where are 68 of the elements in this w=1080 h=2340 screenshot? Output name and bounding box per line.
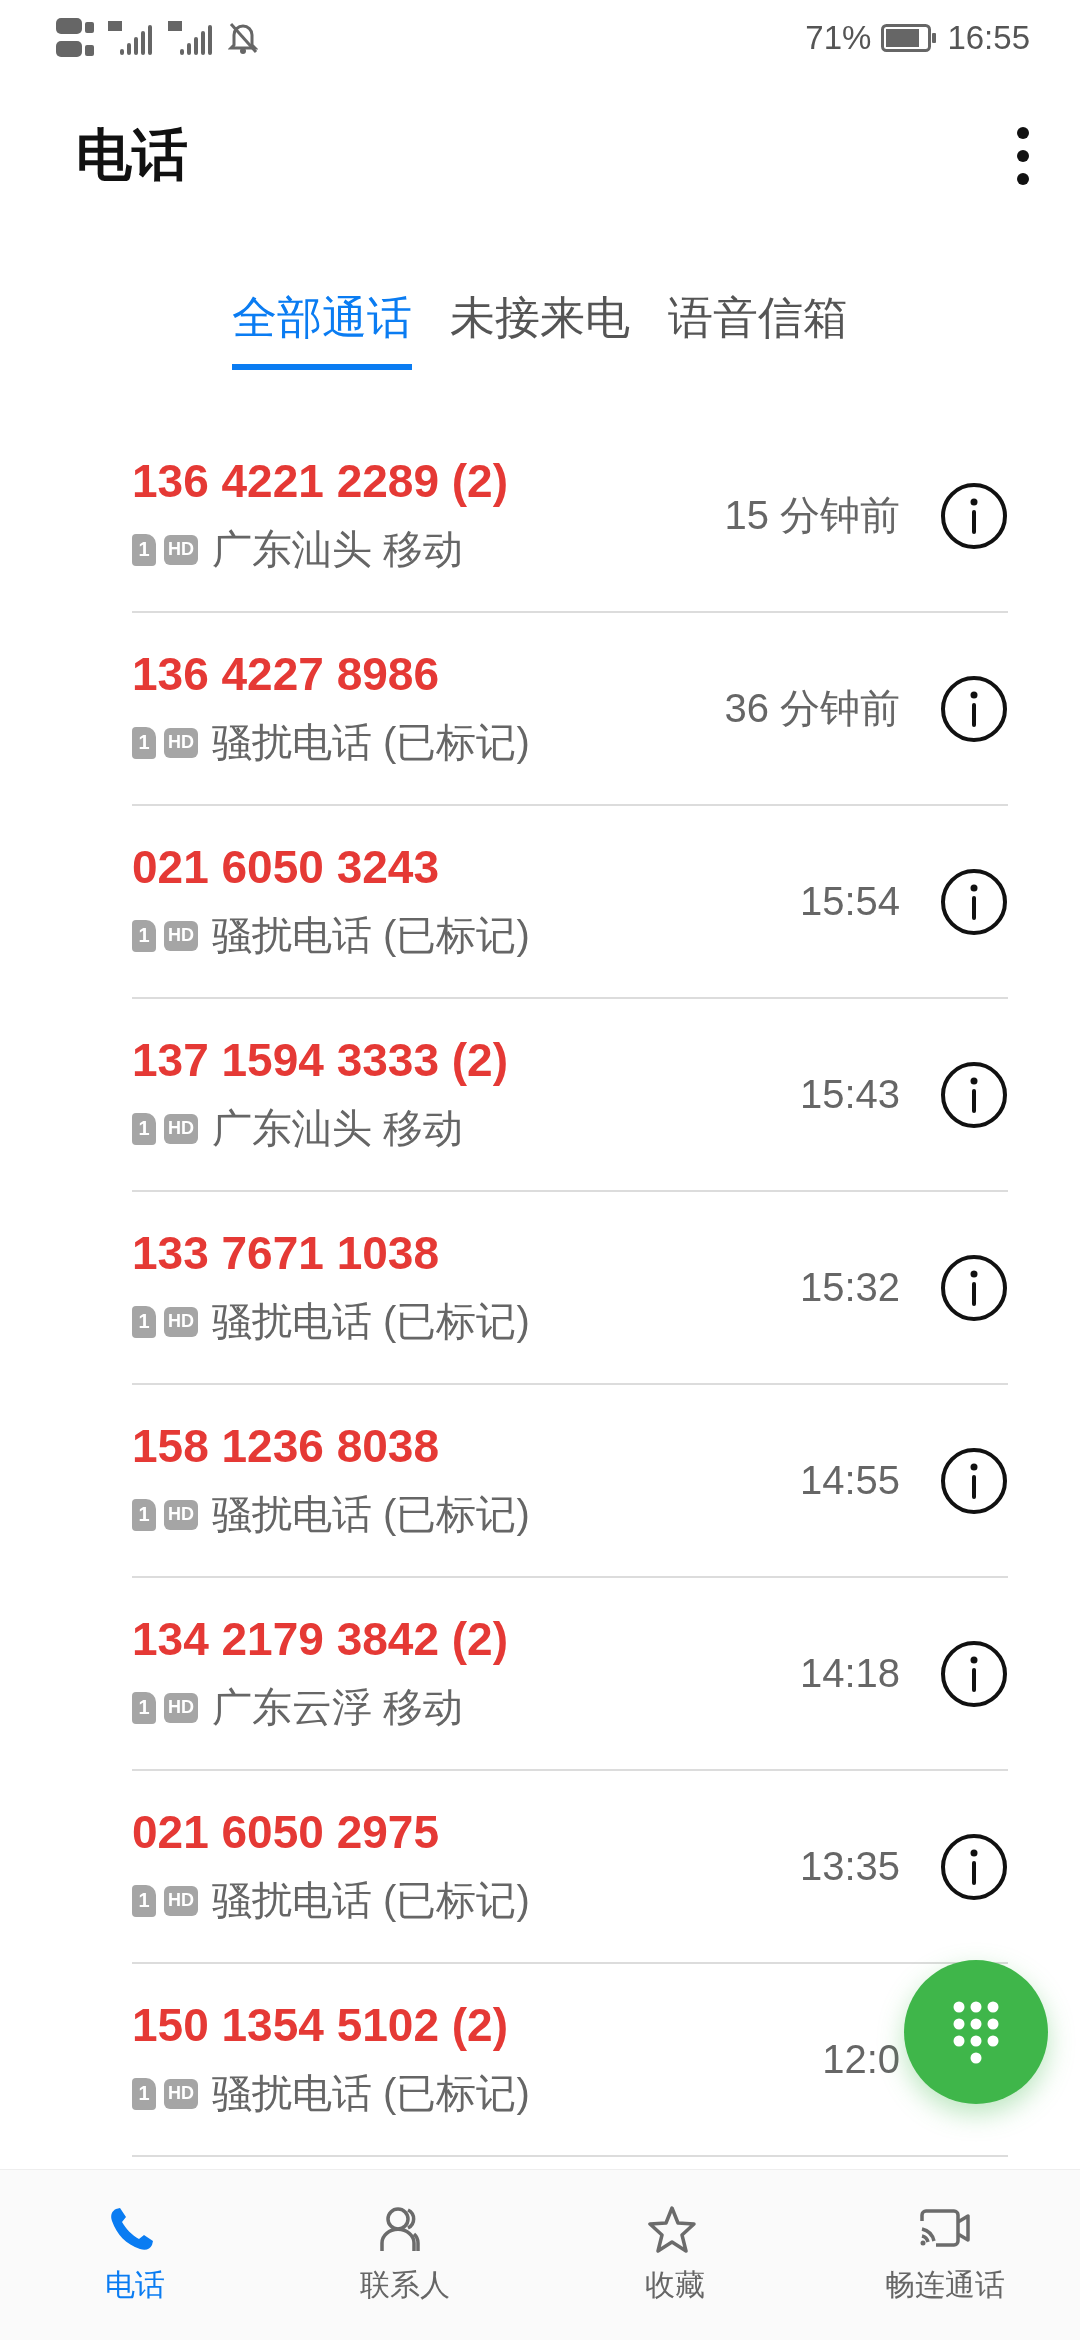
caller-location: 骚扰电话 (已标记) bbox=[212, 912, 530, 959]
sim-badge: 1 bbox=[132, 1498, 156, 1531]
caller-location: 广东汕头 移动 bbox=[212, 526, 464, 573]
hd-badge: HD bbox=[164, 534, 198, 565]
app-title: 电话 bbox=[76, 122, 188, 188]
phone-number: 134 2179 3842 (2) bbox=[132, 1612, 509, 1666]
caller-location: 骚扰电话 (已标记) bbox=[212, 719, 530, 766]
caller-location: 骚扰电话 (已标记) bbox=[212, 1877, 530, 1924]
info-icon[interactable] bbox=[940, 867, 1008, 936]
hd-badge: HD bbox=[164, 920, 198, 951]
hd-badge: HD bbox=[164, 1692, 198, 1723]
nav-tab[interactable]: 联系人 bbox=[270, 2170, 540, 2340]
sim-badge: 1 bbox=[132, 1884, 156, 1917]
caller-location: 广东汕头 移动 bbox=[212, 1105, 464, 1152]
battery-percent: 71% bbox=[805, 19, 872, 57]
clock: 16:55 bbox=[947, 19, 1030, 57]
call-time: 15:43 bbox=[799, 1072, 900, 1117]
info-icon[interactable] bbox=[940, 1639, 1008, 1708]
battery-icon bbox=[881, 24, 938, 52]
caller-location: 骚扰电话 (已标记) bbox=[212, 2070, 530, 2117]
dialpad-icon bbox=[953, 2000, 999, 2064]
nav-tab[interactable]: 电话 bbox=[0, 2170, 270, 2340]
call-time: 15:54 bbox=[799, 879, 900, 924]
caller-location: 骚扰电话 (已标记) bbox=[212, 1491, 530, 1538]
nav-tab[interactable]: 畅连通话 bbox=[810, 2170, 1080, 2340]
info-icon[interactable] bbox=[940, 1446, 1008, 1515]
hd-badge: HD bbox=[164, 727, 198, 758]
nav-tab[interactable]: 收藏 bbox=[540, 2170, 810, 2340]
info-icon[interactable] bbox=[940, 674, 1008, 743]
phone-number: 136 4221 2289 (2) bbox=[132, 454, 509, 508]
more-options-icon bbox=[1016, 126, 1030, 186]
call-time: 14:55 bbox=[799, 1458, 900, 1503]
info-icon[interactable] bbox=[940, 481, 1008, 550]
hd-badge: HD bbox=[164, 1499, 198, 1530]
phone-number: 137 1594 3333 (2) bbox=[132, 1033, 509, 1087]
sim-badge: 1 bbox=[132, 1691, 156, 1724]
hd-badge: HD bbox=[164, 1306, 198, 1337]
phone-number: 158 1236 8038 bbox=[132, 1419, 440, 1473]
caller-location: 骚扰电话 (已标记) bbox=[212, 1298, 530, 1345]
hd-badge: HD bbox=[164, 1885, 198, 1916]
info-icon[interactable] bbox=[940, 1253, 1008, 1322]
sim-badge: 1 bbox=[132, 1112, 156, 1145]
sim-badge: 1 bbox=[132, 1305, 156, 1338]
tab[interactable]: 语音信箱 bbox=[668, 274, 848, 370]
phone-number: 133 7671 1038 bbox=[132, 1226, 440, 1280]
info-icon[interactable] bbox=[940, 1060, 1008, 1129]
call-time: 14:18 bbox=[799, 1651, 900, 1696]
hd-badge: HD bbox=[164, 1113, 198, 1144]
call-time: 15 分钟前 bbox=[724, 492, 900, 539]
hd-icon bbox=[56, 16, 96, 60]
phone-number: 150 1354 5102 (2) bbox=[132, 1998, 509, 2052]
sim-badge: 1 bbox=[132, 726, 156, 759]
call-time: 36 分钟前 bbox=[724, 685, 900, 732]
caller-location: 广东云浮 移动 bbox=[212, 1684, 464, 1731]
bell-off-icon bbox=[228, 21, 258, 55]
sim-badge: 1 bbox=[132, 533, 156, 566]
phone-number: 136 4227 8986 bbox=[132, 647, 440, 701]
phone-number: 021 6050 2975 bbox=[132, 1805, 440, 1859]
sim-badge: 1 bbox=[132, 919, 156, 952]
info-icon[interactable] bbox=[940, 1832, 1008, 1901]
hd-badge: HD bbox=[164, 2078, 198, 2109]
sim-badge: 1 bbox=[132, 2077, 156, 2110]
call-time: 15:32 bbox=[799, 1265, 900, 1310]
tab[interactable]: 全部通话 bbox=[232, 274, 412, 370]
call-time: 13:35 bbox=[799, 1844, 900, 1889]
phone-number: 021 6050 3243 bbox=[132, 840, 440, 894]
tab[interactable]: 未接来电 bbox=[450, 274, 630, 370]
call-time: 12:0 bbox=[822, 2037, 900, 2082]
